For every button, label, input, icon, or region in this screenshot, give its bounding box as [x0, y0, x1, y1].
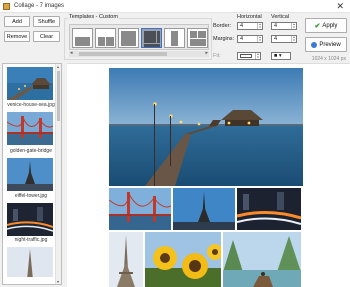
image-list-scrollbar[interactable]: ▴ ▾ — [55, 64, 61, 284]
template-strip — [69, 24, 209, 50]
list-item-caption: golden-gate-bridge — [10, 148, 52, 154]
clear-button[interactable]: Clear — [33, 31, 60, 42]
size-value: ■ ▾ — [274, 53, 282, 59]
background-color-picker[interactable]: ▴ ▾ — [237, 52, 261, 60]
collage-canvas[interactable] — [67, 63, 350, 287]
list-item-thumbnail[interactable] — [7, 67, 53, 100]
template-thumb[interactable] — [164, 28, 185, 48]
spin-arrows-icon[interactable]: ▴ ▾ — [257, 23, 262, 29]
border-vertical-input[interactable]: 4 ▴ ▾ — [271, 22, 297, 30]
margin-horizontal-input[interactable]: 4 ▴ ▾ — [237, 35, 263, 43]
margin-v-value: 4 — [274, 36, 278, 42]
template-thumb-selected[interactable] — [141, 28, 162, 48]
collage-image-golden-gate[interactable] — [109, 188, 171, 230]
scroll-right-icon[interactable]: ▸ — [205, 50, 208, 56]
collage-image-river-boat[interactable] — [223, 232, 301, 287]
app-icon — [3, 3, 10, 10]
border-v-value: 4 — [274, 23, 278, 29]
apply-button[interactable]: ✔ Apply — [305, 18, 347, 33]
template-thumb[interactable] — [118, 28, 139, 48]
preview-button[interactable]: Preview — [305, 37, 347, 52]
collage-image-main[interactable] — [109, 68, 303, 186]
template-thumb[interactable] — [187, 28, 208, 48]
scroll-left-icon[interactable]: ◂ — [70, 50, 73, 56]
collage-image-eiffel-day[interactable] — [173, 188, 235, 230]
scroll-thumb[interactable] — [79, 52, 167, 56]
collage-image-sunflowers[interactable] — [145, 232, 221, 287]
collage-image-night-traffic[interactable] — [237, 188, 301, 230]
spin-arrows-icon[interactable]: ▴ ▾ — [291, 36, 296, 42]
border-h-value: 4 — [240, 23, 244, 29]
border-horizontal-input[interactable]: 4 ▴ ▾ — [237, 22, 263, 30]
close-icon[interactable]: ✕ — [336, 1, 344, 11]
list-item-thumbnail[interactable] — [7, 203, 53, 236]
spin-arrows-icon[interactable]: ▴ ▾ — [257, 36, 262, 42]
image-list[interactable]: venice-house-sea.jpg golden-gate-bridge … — [2, 63, 62, 285]
collage-image-eiffel-light[interactable] — [109, 232, 143, 287]
size-select[interactable]: ■ ▾ — [271, 52, 291, 60]
template-thumb[interactable] — [72, 28, 93, 48]
list-item-thumbnail[interactable] — [7, 158, 53, 191]
spin-arrows-icon[interactable]: ▴ ▾ — [255, 53, 260, 59]
add-button[interactable]: Add — [4, 16, 30, 27]
list-item-caption: eiffel-tower.jpg — [14, 193, 48, 199]
apply-label: Apply — [322, 22, 338, 29]
margin-label: Margins: — [213, 36, 235, 42]
template-thumb[interactable] — [95, 28, 116, 48]
window-title: Collage - 7 images — [14, 3, 65, 9]
horizontal-label: Horizontal — [237, 14, 262, 20]
check-icon: ✔ — [314, 22, 321, 30]
list-item-caption: venice-house-sea.jpg — [7, 102, 55, 108]
title-bar: Collage - 7 images ✕ — [0, 0, 350, 13]
template-scrollbar[interactable]: ◂ ▸ — [69, 50, 209, 57]
canvas-dimensions: 1024 x 1024 px — [311, 56, 346, 62]
preview-icon — [311, 41, 318, 48]
vertical-label: Vertical — [271, 14, 290, 20]
scroll-up-icon[interactable]: ▴ — [57, 64, 59, 69]
fit-label: Fit: — [213, 53, 221, 59]
templates-label: Templates - Custom — [68, 14, 119, 20]
spin-arrows-icon[interactable]: ▴ ▾ — [291, 23, 296, 29]
remove-button[interactable]: Remove — [4, 31, 30, 42]
scroll-down-icon[interactable]: ▾ — [57, 279, 59, 284]
color-swatch — [240, 54, 252, 58]
list-item-thumbnail[interactable] — [7, 112, 53, 145]
shuffle-button[interactable]: Shuffle — [33, 16, 60, 27]
border-label: Border: — [213, 23, 232, 29]
list-item-caption: night-traffic.jpg — [14, 237, 48, 243]
list-item-thumbnail[interactable] — [7, 247, 53, 277]
margin-h-value: 4 — [240, 36, 244, 42]
margin-vertical-input[interactable]: 4 ▴ ▾ — [271, 35, 297, 43]
scroll-thumb[interactable] — [57, 71, 60, 121]
preview-label: Preview — [319, 41, 341, 48]
